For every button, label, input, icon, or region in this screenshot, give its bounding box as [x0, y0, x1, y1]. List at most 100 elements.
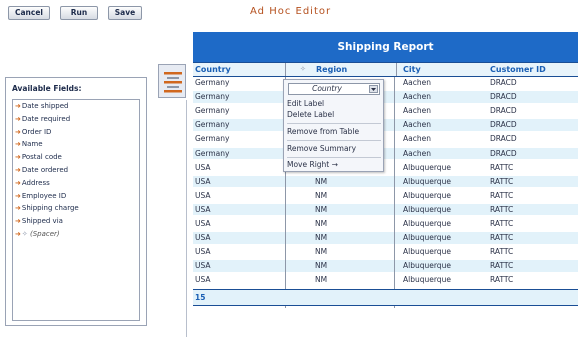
cell-country[interactable]: USA	[195, 260, 211, 272]
cell-customer-id[interactable]: RATTC	[490, 218, 513, 230]
cell-city[interactable]: Albuquerque	[403, 190, 451, 202]
cell-country[interactable]: USA	[195, 274, 211, 286]
cell-city[interactable]: Aachen	[403, 77, 431, 89]
field-name[interactable]: ➜Name	[13, 138, 139, 151]
dropdown-button[interactable]	[369, 85, 378, 93]
cell-country[interactable]: Germany	[195, 91, 229, 103]
column-context-menu: Country Edit Label Delete Label Remove f…	[283, 79, 384, 172]
menu-item-edit-label[interactable]: Edit Label	[287, 99, 324, 109]
column-header-customer-id[interactable]: Customer ID	[490, 63, 546, 76]
cell-customer-id[interactable]: DRACD	[490, 133, 517, 145]
field-date-required[interactable]: ➜Date required	[13, 113, 139, 126]
field-label: Name	[21, 140, 43, 149]
cell-customer-id[interactable]: RATTC	[490, 176, 513, 188]
arrow-right-icon: ➜	[15, 114, 21, 123]
layout-toggle-button[interactable]	[158, 64, 186, 98]
cell-customer-id[interactable]: RATTC	[490, 162, 513, 174]
field-label: Employee ID	[21, 191, 67, 200]
cell-country[interactable]: Germany	[195, 105, 229, 117]
save-button[interactable]: Save	[108, 6, 142, 20]
field-postal-code[interactable]: ➜Postal code	[13, 151, 139, 164]
cell-customer-id[interactable]: RATTC	[490, 190, 513, 202]
cell-country[interactable]: USA	[195, 190, 211, 202]
cell-customer-id[interactable]: RATTC	[490, 232, 513, 244]
field-shipping-charge[interactable]: ➜Shipping charge	[13, 202, 139, 215]
available-fields-panel: Available Fields: ➜Date shipped ➜Date re…	[5, 77, 147, 326]
field-date-ordered[interactable]: ➜Date ordered	[13, 164, 139, 177]
menu-item-move-right[interactable]: Move Right →	[287, 160, 338, 170]
cell-city[interactable]: Aachen	[403, 105, 431, 117]
cell-city[interactable]: Aachen	[403, 119, 431, 131]
cell-country[interactable]: Germany	[195, 119, 229, 131]
column-header-country[interactable]: Country	[195, 63, 231, 76]
cell-city[interactable]: Aachen	[403, 148, 431, 160]
column-header-region-cell[interactable]: ✧ Region	[285, 63, 397, 76]
cell-country[interactable]: USA	[195, 204, 211, 216]
cell-country[interactable]: Germany	[195, 148, 229, 160]
field-label: Date ordered	[21, 165, 69, 174]
cell-country[interactable]: USA	[195, 176, 211, 188]
chevron-down-icon	[371, 88, 376, 91]
field-label: Shipping charge	[21, 204, 79, 213]
summary-count[interactable]: 15	[195, 290, 205, 305]
cell-city[interactable]: Albuquerque	[403, 246, 451, 258]
field-label: (Spacer)	[29, 229, 60, 238]
report-title[interactable]: Shipping Report	[193, 32, 578, 62]
cell-city[interactable]: Albuquerque	[403, 218, 451, 230]
cell-city[interactable]: Albuquerque	[403, 274, 451, 286]
field-order-id[interactable]: ➜Order ID	[13, 126, 139, 139]
menu-separator	[287, 157, 381, 158]
menu-separator	[287, 140, 381, 141]
cell-city[interactable]: Albuquerque	[403, 204, 451, 216]
available-fields-list[interactable]: ➜Date shipped ➜Date required ➜Order ID ➜…	[12, 99, 140, 321]
column-header-city[interactable]: City	[403, 63, 421, 76]
cell-customer-id[interactable]: RATTC	[490, 204, 513, 216]
panel-divider[interactable]	[186, 100, 187, 337]
field-label: Date required	[21, 114, 71, 123]
menu-item-remove-summary[interactable]: Remove Summary	[287, 144, 356, 154]
cell-customer-id[interactable]: DRACD	[490, 91, 517, 103]
cell-customer-id[interactable]: RATTC	[490, 274, 513, 286]
cell-city[interactable]: Aachen	[403, 91, 431, 103]
field-employee-id[interactable]: ➜Employee ID	[13, 190, 139, 203]
cell-customer-id[interactable]: RATTC	[490, 260, 513, 272]
columns-layout-icon	[164, 72, 182, 93]
cell-customer-id[interactable]: DRACD	[490, 148, 517, 160]
cell-country[interactable]: USA	[195, 246, 211, 258]
cell-city[interactable]: Albuquerque	[403, 176, 451, 188]
menu-item-remove-from-table[interactable]: Remove from Table	[287, 127, 359, 137]
cell-city[interactable]: Aachen	[403, 133, 431, 145]
menu-item-delete-label[interactable]: Delete Label	[287, 110, 334, 120]
field-date-shipped[interactable]: ➜Date shipped	[13, 100, 139, 113]
cell-city[interactable]: Albuquerque	[403, 260, 451, 272]
cell-country[interactable]: Germany	[195, 77, 229, 89]
cell-customer-id[interactable]: DRACD	[490, 119, 517, 131]
cell-customer-id[interactable]: RATTC	[490, 246, 513, 258]
arrow-right-icon: ➜	[15, 217, 21, 226]
field-shipped-via[interactable]: ➜Shipped via	[13, 215, 139, 228]
cell-country[interactable]: USA	[195, 218, 211, 230]
cancel-button[interactable]: Cancel	[8, 6, 50, 20]
column-header-region[interactable]: Region	[316, 63, 347, 76]
field-select-dropdown[interactable]: Country	[288, 83, 380, 95]
cell-city[interactable]: Albuquerque	[403, 232, 451, 244]
field-select-value: Country	[312, 84, 342, 93]
cell-country[interactable]: Germany	[195, 133, 229, 145]
field-address[interactable]: ➜Address	[13, 177, 139, 190]
sort-icon[interactable]: ✧	[300, 63, 306, 76]
cell-country[interactable]: USA	[195, 162, 211, 174]
field-spacer[interactable]: ➜✧ (Spacer)	[13, 228, 139, 241]
cell-customer-id[interactable]: DRACD	[490, 105, 517, 117]
field-label: Postal code	[21, 153, 62, 162]
field-label: Order ID	[21, 127, 52, 136]
cell-customer-id[interactable]: DRACD	[490, 77, 517, 89]
summary-row: 15	[193, 289, 578, 306]
field-label: Date shipped	[21, 102, 69, 110]
cell-country[interactable]: USA	[195, 232, 211, 244]
arrow-right-icon: ➜	[15, 153, 21, 162]
menu-separator	[287, 123, 381, 124]
cell-city[interactable]: Albuquerque	[403, 162, 451, 174]
arrow-right-icon: ➜	[15, 102, 21, 110]
run-button[interactable]: Run	[60, 6, 98, 20]
available-fields-heading: Available Fields:	[12, 84, 82, 93]
